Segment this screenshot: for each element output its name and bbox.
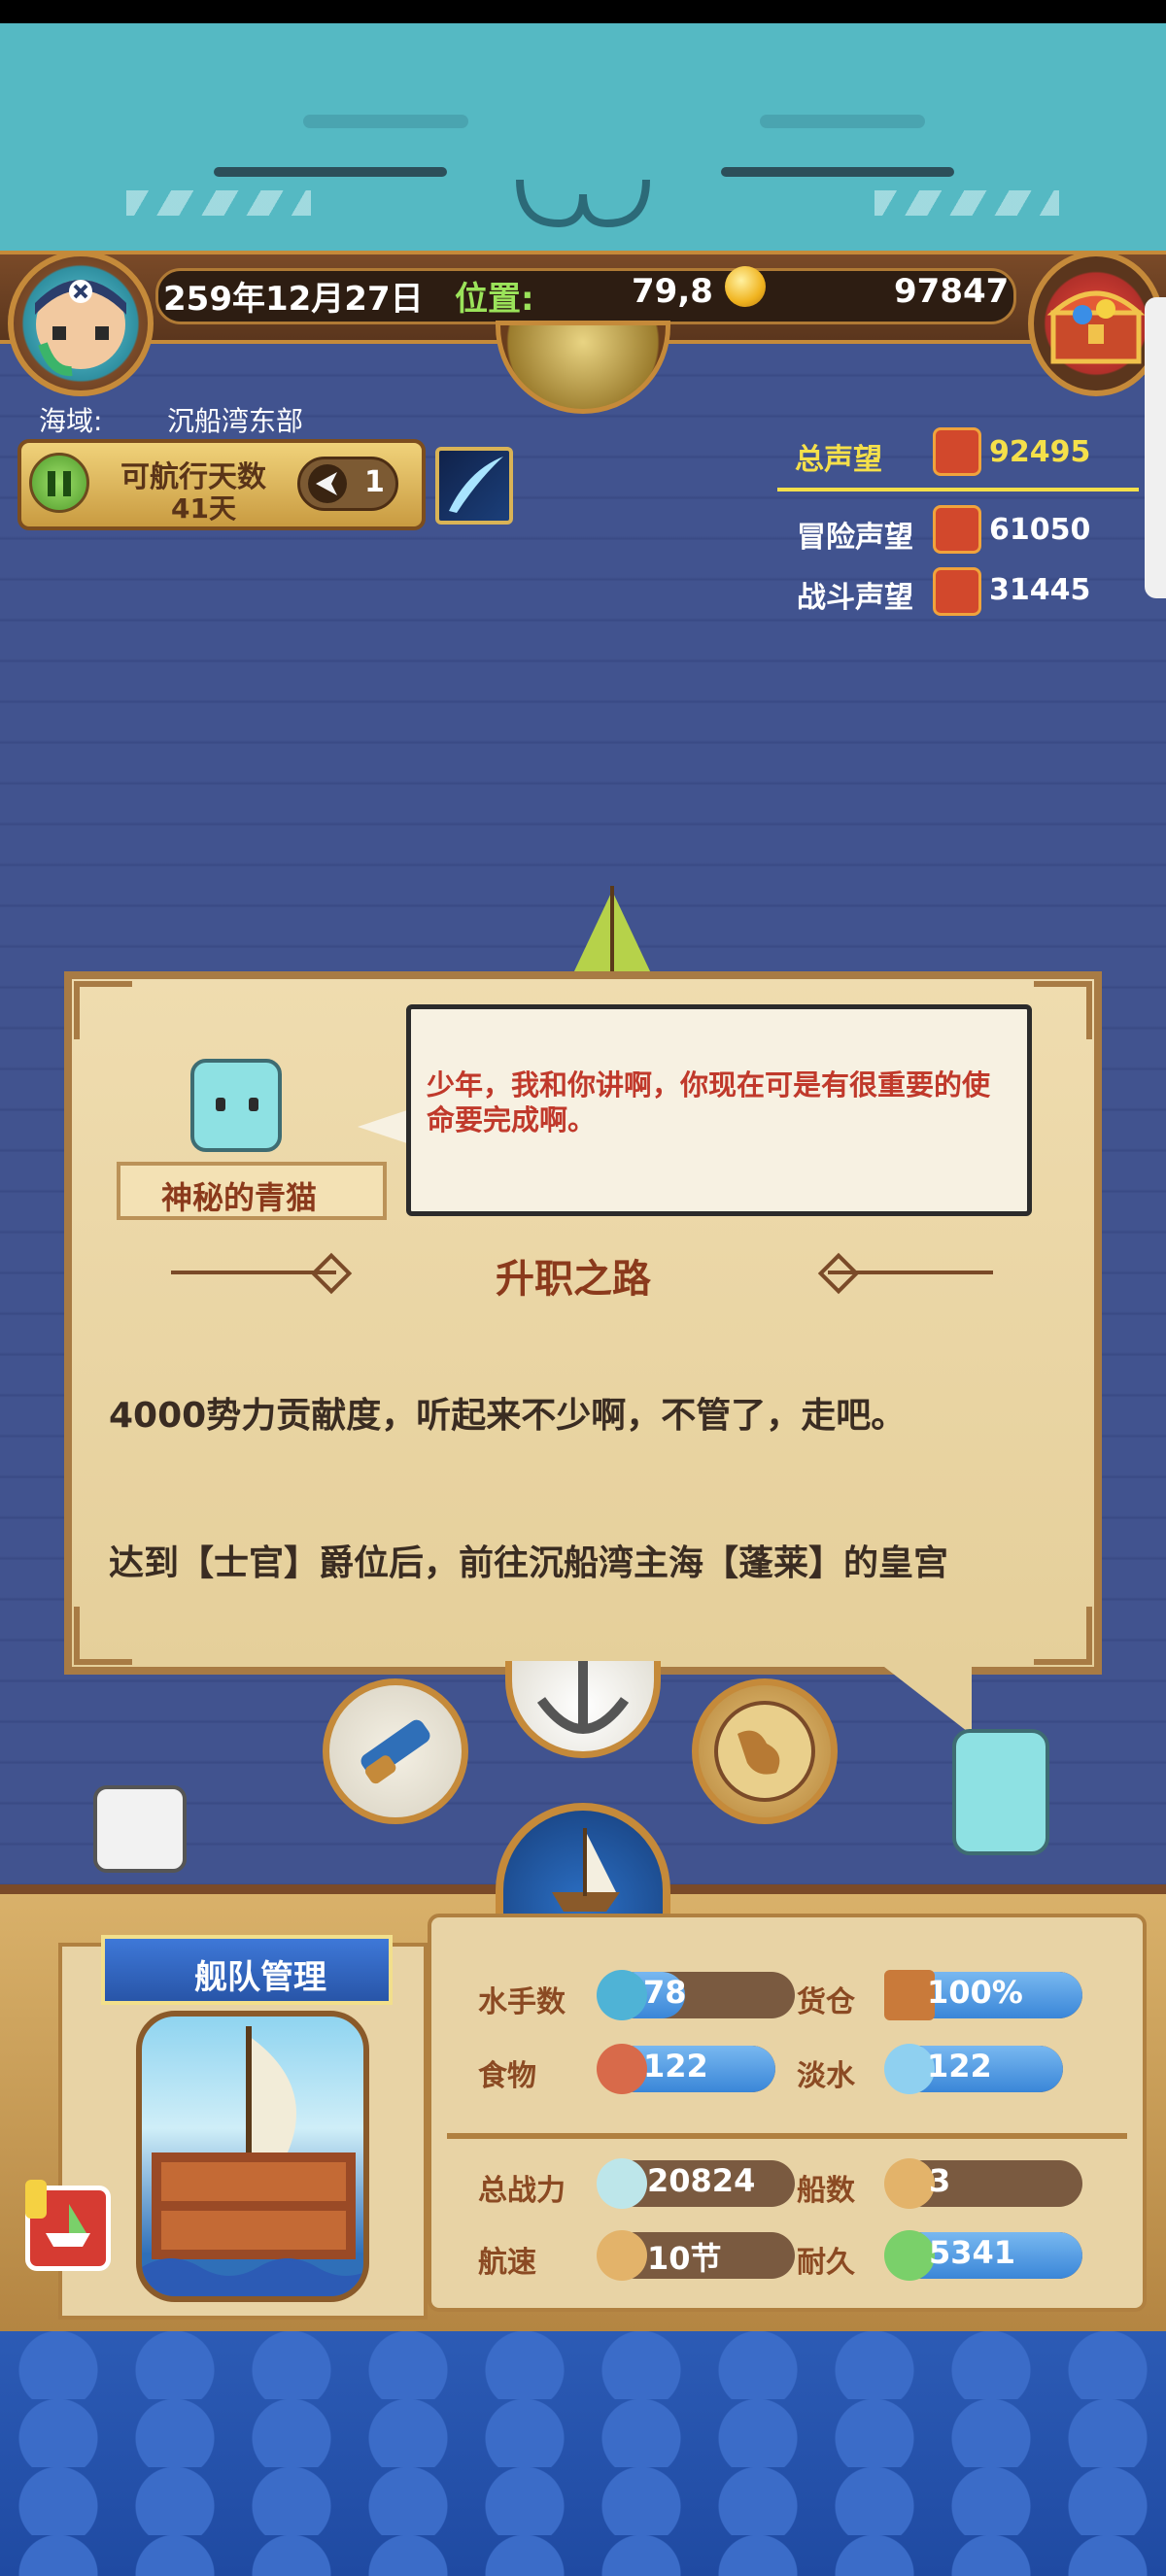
pirate-avatar-icon [35, 280, 126, 377]
section-title: 升职之路 [496, 1257, 651, 1302]
helm-sail-button[interactable] [496, 1803, 670, 1929]
ship-count-icon [884, 2158, 935, 2209]
stat-value-speed: 10节 [647, 2240, 722, 2277]
globe-map-icon [714, 1701, 815, 1802]
stat-label-ship-count: 船数 [797, 2174, 855, 2208]
battle-reputation-label: 战斗声望 [797, 581, 913, 615]
stat-value-water: 122 [927, 2048, 992, 2085]
treasure-chest-icon [1046, 290, 1146, 364]
dialog-corner-ornament [74, 1607, 132, 1665]
sail-icon [573, 886, 651, 973]
battle-reputation-icon [933, 567, 981, 616]
white-cube-character[interactable] [93, 1785, 187, 1873]
quest-paragraph-1: 4000势力贡献度，听起来不少啊，不管了，走吧。 [109, 1396, 907, 1436]
adventure-reputation-label: 冒险声望 [797, 521, 913, 555]
stat-label-food: 食物 [478, 2059, 536, 2093]
blue-cat-character[interactable] [952, 1729, 1049, 1855]
pause-icon [48, 471, 55, 496]
stat-label-cargo: 货仓 [797, 1985, 855, 2019]
blade-slash-icon [449, 457, 503, 513]
cat-blush-right [874, 190, 1059, 216]
adventure-reputation-value: 61050 [989, 513, 1091, 547]
region-value: 沉船湾东部 [167, 405, 304, 437]
spyglass-button[interactable] [323, 1678, 468, 1824]
gold-coin-icon [725, 266, 766, 307]
speaker-name-plate: 神秘的青猫 [117, 1162, 387, 1220]
stat-label-durability: 耐久 [797, 2246, 855, 2280]
power-icon [597, 2158, 647, 2209]
total-reputation-label: 总声望 [795, 443, 882, 477]
stat-value-power: 20824 [647, 2162, 756, 2199]
npc-eye [249, 1098, 258, 1111]
speed-toggle[interactable]: 1 [297, 457, 398, 511]
fleet-ship-preview[interactable] [136, 2011, 369, 2302]
position-value: 79,8 [632, 272, 713, 311]
stat-label-power: 总战力 [478, 2174, 566, 2208]
speech-text: 少年，我和你讲啊，你现在可是有很重要的使命要完成啊。 [427, 1068, 991, 1136]
stat-value-cargo: 100% [927, 1974, 1023, 2011]
world-map-button[interactable] [692, 1678, 838, 1824]
cat-ear-inner-right [760, 115, 925, 128]
cat-blush-left [126, 190, 311, 216]
pause-button[interactable] [29, 453, 89, 513]
dialog-corner-ornament [1034, 1607, 1092, 1665]
stat-label-sailors: 水手数 [478, 1985, 566, 2019]
region-label: 海域: [39, 405, 103, 437]
reputation-divider [777, 488, 1139, 491]
status-bar [0, 0, 1166, 23]
cat-eye-left [214, 167, 447, 177]
stat-value-food: 122 [643, 2048, 708, 2085]
stat-label-speed: 航速 [478, 2246, 536, 2280]
stat-value-durability: 5341 [929, 2234, 1016, 2271]
cat-mouth-icon [516, 179, 650, 228]
treasure-chest-button[interactable] [1028, 251, 1164, 396]
pause-icon-bar [63, 471, 71, 496]
blue-cat-npc-portrait [190, 1059, 282, 1152]
skill-slash-button[interactable] [435, 447, 513, 525]
sailor-icon [597, 1970, 647, 2020]
stat-value-sailors: 78 [643, 1974, 687, 2011]
npc-eye [216, 1098, 225, 1111]
durability-icon [884, 2230, 935, 2281]
voyage-days-value: 41天 [171, 492, 236, 525]
fleet-title: 舰队管理 [194, 1958, 326, 1997]
stat-label-water: 淡水 [797, 2059, 855, 2093]
battle-reputation-value: 31445 [989, 573, 1091, 607]
food-icon [597, 2044, 647, 2094]
total-reputation-value: 92495 [989, 435, 1091, 469]
cat-ear-inner-left [303, 115, 468, 128]
pirate-ship-icon [142, 2026, 363, 2296]
dialog-corner-ornament [74, 981, 132, 1039]
fleet-management-banner[interactable]: 舰队管理 [101, 1935, 393, 2005]
anchor-button[interactable] [505, 1661, 661, 1758]
cat-eye-right [721, 167, 954, 177]
position-label: 位置: [455, 280, 534, 319]
gold-amount: 97847 [894, 272, 1010, 311]
speed-multiplier: 1 [364, 465, 385, 499]
speech-bubble: 少年，我和你讲啊，你现在可是有很重要的使命要完成啊。 [406, 1004, 1032, 1216]
anchor-icon [536, 1661, 630, 1734]
compass-arrow-icon [308, 464, 347, 503]
quest-paragraph-2: 达到【士官】爵位后，前往沉船湾主海【蓬莱】的皇宫 [109, 1543, 949, 1583]
speed-icon [597, 2230, 647, 2281]
player-avatar[interactable] [8, 251, 154, 396]
side-drawer-handle[interactable] [1145, 297, 1166, 598]
spyglass-icon [360, 1719, 430, 1784]
alert-exclamation-icon [25, 2180, 47, 2219]
stats-divider [447, 2133, 1127, 2139]
adventure-reputation-icon [933, 505, 981, 554]
dialog-corner-ornament [1034, 981, 1092, 1039]
ship-sail-icon [552, 1828, 620, 1912]
stat-value-ship-count: 3 [929, 2162, 951, 2199]
speaker-name: 神秘的青猫 [161, 1179, 318, 1216]
game-date: 259年12月27日 [163, 280, 424, 319]
total-reputation-icon [933, 427, 981, 476]
ocean-waves [0, 2331, 1166, 2576]
